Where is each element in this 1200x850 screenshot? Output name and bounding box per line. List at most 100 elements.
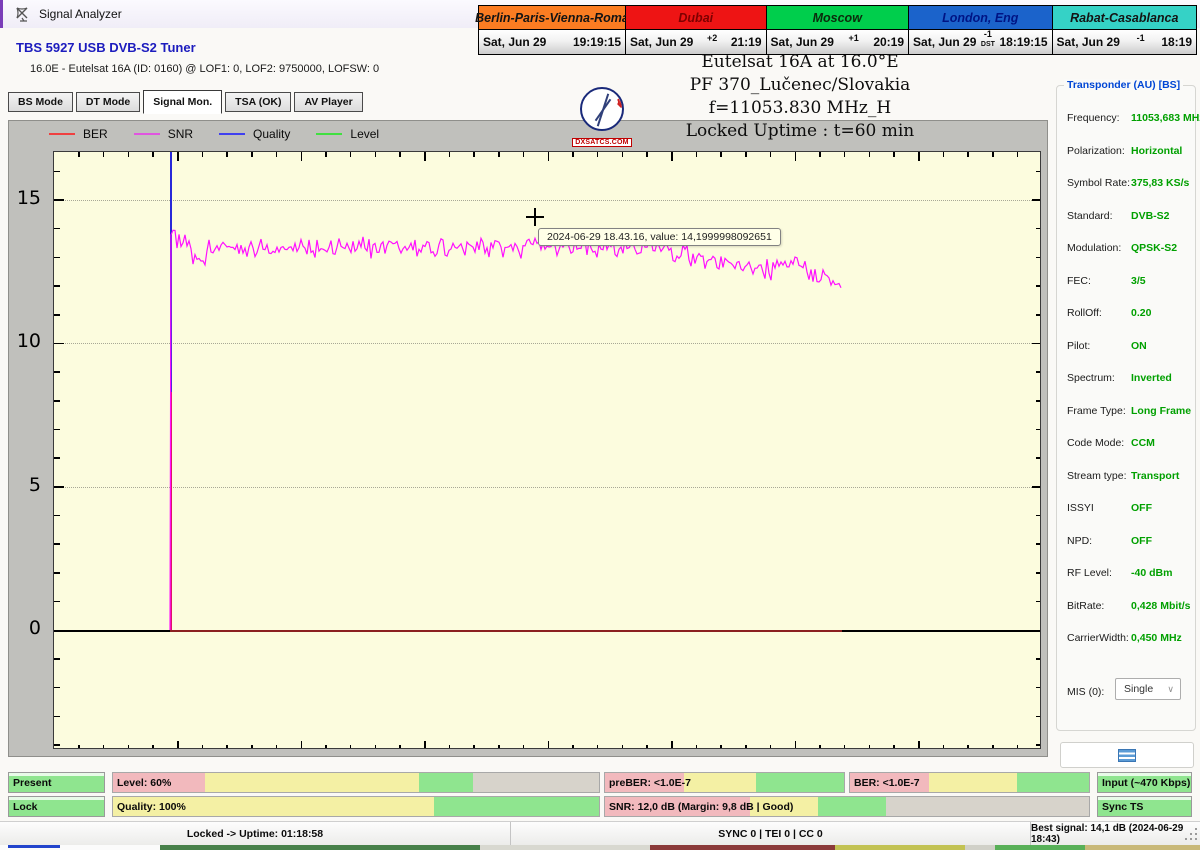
x-tick [671, 152, 673, 161]
plot-area[interactable]: 2024-06-29 18.43.16, value: 14,199999809… [53, 151, 1041, 749]
clock-time: Sat, Jun 29 19:19:15 [479, 30, 625, 54]
tuner-details: 16.0E - Eutelsat 16A (ID: 0160) @ LOF1: … [30, 63, 380, 75]
transponder-panel: Transponder (AU) [BS] Frequency: 11053,68… [1056, 79, 1200, 731]
bar-segment [817, 797, 886, 816]
x-tick [78, 152, 80, 157]
legend-item-quality: Quality [219, 127, 290, 141]
legend-label: SNR [167, 127, 194, 141]
x-tick [226, 152, 228, 157]
x-tick [745, 152, 747, 157]
transponder-row: RollOff: 0.20 [1067, 307, 1191, 323]
y-tick [1032, 629, 1040, 631]
stream-list-button[interactable] [1060, 742, 1194, 768]
x-tick [671, 741, 673, 748]
x-tick [621, 152, 624, 157]
y-tick [54, 314, 60, 316]
tab-bs-mode[interactable]: BS Mode [8, 92, 73, 112]
transponder-label: Pilot: [1067, 339, 1091, 352]
transponder-label: Polarization: [1067, 144, 1125, 157]
legend-line-swatch [133, 133, 160, 135]
tab-tsa-ok-[interactable]: TSA (OK) [225, 92, 292, 112]
x-tick [942, 745, 945, 748]
x-tick [78, 745, 80, 748]
transponder-row: Frame Type: Long Frame [1067, 405, 1191, 421]
resize-grip[interactable] [1185, 828, 1198, 841]
clock-time: Sat, Jun 29 +2 21:19 [626, 30, 766, 54]
x-tick [967, 745, 969, 748]
clock-time: Sat, Jun 29 -1 DST 18:19:15 [909, 30, 1052, 54]
bar-label: SNR: 12,0 dB (Margin: 9,8 dB | Good) [609, 800, 794, 813]
clock-city-label: Berlin-Paris-Vienna-Roma [475, 6, 629, 30]
x-tick [374, 152, 377, 157]
x-tick [102, 745, 105, 748]
transponder-row: RF Level: -40 dBm [1067, 567, 1191, 583]
x-tick [226, 745, 228, 748]
transponder-value: -40 dBm [1131, 567, 1173, 579]
x-tick [769, 152, 772, 157]
legend-label: Level [350, 127, 380, 141]
x-tick [547, 152, 549, 161]
signal-chart-panel: BER SNR Quality Level 0 5 10 15 2024-06-29 18.… [8, 120, 1048, 757]
chevron-down-icon: ∨ [1167, 683, 1174, 694]
clock-date: Sat, Jun 29 [483, 35, 547, 49]
x-tick [868, 152, 871, 157]
y-tick [54, 457, 60, 459]
x-tick [621, 745, 624, 748]
x-tick [102, 152, 105, 157]
x-tick [596, 152, 599, 157]
tab-av-player[interactable]: AV Player [294, 92, 363, 112]
y-tick [54, 514, 60, 517]
x-tick [201, 745, 204, 748]
tab-signal-mon-[interactable]: Signal Mon. [143, 90, 223, 114]
x-tick [300, 152, 302, 161]
x-tick [695, 745, 698, 748]
y-tick [54, 285, 60, 287]
transponder-label: RF Level: [1067, 567, 1112, 579]
clock-column: Rabat-Casablanca Sat, Jun 29 -1 18:19 [1052, 6, 1197, 54]
clock-date: Sat, Jun 29 [770, 35, 834, 49]
x-tick [399, 152, 401, 157]
transponder-label: Frame Type: [1067, 404, 1126, 417]
y-tick [1036, 600, 1040, 603]
transponder-row: Code Mode: CCM [1067, 437, 1191, 453]
mode-tabs: BS Mode DT Mode Signal Mon. TSA (OK) AV Play… [8, 90, 366, 114]
transponder-row: Frequency: 11053,683 MHz [1067, 112, 1200, 128]
legend-label: Quality [253, 127, 291, 141]
legend-item-ber: BER [49, 127, 108, 141]
statusbar-best-signal: Best signal: 14,1 dB (2024-06-29 18:43) [1031, 822, 1184, 845]
x-tick [1016, 745, 1019, 748]
y-tick [1036, 227, 1040, 230]
x-tick [349, 745, 352, 748]
tab-dt-mode[interactable]: DT Mode [75, 92, 141, 112]
x-tick [448, 152, 451, 157]
x-tick [646, 152, 648, 157]
ber-zero-line [170, 630, 842, 632]
x-tick [992, 745, 994, 748]
status-bar-ber: BER: <1.0E-7 [849, 772, 1090, 793]
y-tick [1036, 686, 1040, 689]
transponder-row: Stream type: Transport [1067, 470, 1191, 486]
clock-utc-offset: +1 [848, 32, 859, 43]
transponder-value: 3/5 [1131, 274, 1146, 287]
x-tick [473, 152, 475, 157]
mis-dropdown[interactable]: Single ∨ [1115, 678, 1181, 700]
transponder-panel-title: Transponder (AU) [BS] [1064, 79, 1184, 91]
bar-label: preBER: <1.0E-7 [609, 776, 691, 789]
clock-time-value: 21:19 [730, 35, 762, 49]
x-tick [646, 745, 648, 748]
x-tick [843, 745, 846, 748]
background-window-strip [0, 845, 1200, 850]
bar-segment [928, 773, 1018, 792]
y-tick [1036, 400, 1040, 402]
y-tick [1036, 744, 1040, 746]
transponder-label: Standard: [1067, 209, 1113, 222]
x-tick [424, 152, 426, 161]
transponder-label: ISSYI [1067, 502, 1094, 514]
x-tick [720, 152, 722, 157]
legend-label: BER [83, 127, 108, 141]
status-bar-quality: Quality: 100% [112, 796, 600, 817]
clock-city-label: London, Eng [909, 6, 1052, 30]
dxsatcs-logo-ring [580, 87, 624, 131]
x-tick [695, 152, 698, 157]
statusbar-sync-counters: SYNC 0 | TEI 0 | CC 0 [718, 827, 823, 840]
